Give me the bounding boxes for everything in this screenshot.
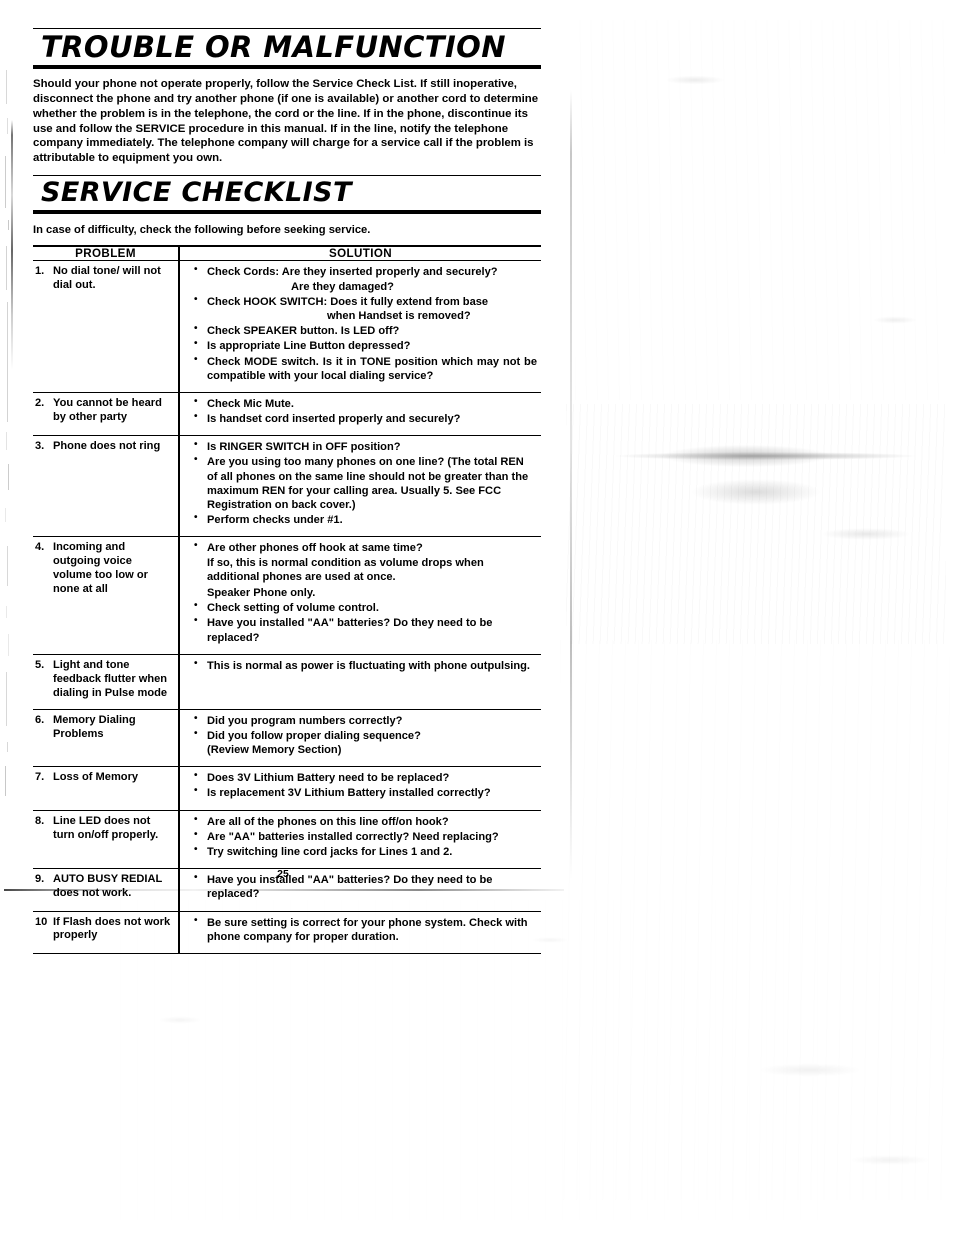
solution-cell: Be sure setting is correct for your phon… — [178, 911, 541, 954]
problem-cell: 10 If Flash does not work properly — [33, 911, 179, 954]
problem-text: Loss of Memory — [53, 771, 139, 784]
column-header-problem: PROBLEM — [33, 245, 179, 262]
solution-item: Perform checks under #1. — [194, 512, 537, 527]
scan-noise-artifact — [566, 404, 946, 644]
solution-item: Try switching line cord jacks for Lines … — [194, 844, 537, 859]
solution-item: Does 3V Lithium Battery need to be repla… — [194, 770, 537, 785]
page-number: 25 — [277, 868, 289, 880]
problem-text: You cannot be heard by other party — [53, 396, 162, 423]
table-row: 10 If Flash does not work properly Be su… — [33, 911, 541, 954]
solution-cell: Did you program numbers correctly? Did y… — [178, 709, 541, 768]
solution-item: This is normal as power is fluctuating w… — [194, 658, 537, 673]
problem-text: No dial tone/ will not dial out. — [53, 265, 161, 292]
table-row: 2. You cannot be heard by other party Ch… — [33, 392, 541, 437]
problem-number: 7. — [35, 771, 45, 784]
problem-cell: 1. No dial tone/ will not dial out. — [33, 260, 179, 393]
table-header-row: PROBLEM SOLUTION — [33, 245, 541, 262]
problem-cell: 8. Line LED does not turn on/off properl… — [33, 810, 179, 870]
solution-cell: Is RINGER SWITCH in OFF position? Are yo… — [178, 435, 541, 538]
solution-subheading: Speaker Phone only. — [207, 586, 316, 599]
solution-item: Check HOOK SWITCH: Does it fully extend … — [194, 294, 537, 323]
problem-text: Incoming and outgoing voice volume too l… — [53, 541, 148, 596]
table-body: 1. No dial tone/ will not dial out. Chec — [33, 260, 541, 954]
problem-number: 2. — [35, 396, 45, 409]
problem-number: 10 — [35, 915, 48, 928]
problem-cell: 7. Loss of Memory — [33, 766, 179, 811]
page-title-checklist: SERVICE CHECKLIST — [41, 176, 352, 208]
solution-item: Did you follow proper dialing sequence? … — [194, 728, 537, 757]
checklist-rule-top — [33, 174, 541, 176]
solution-cell: Are other phones off hook at same time? … — [178, 536, 541, 655]
problem-cell: 4. Incoming and outgoing voice volume to… — [33, 536, 179, 655]
table-row: 4. Incoming and outgoing voice volume to… — [33, 536, 541, 655]
solution-item: Is replacement 3V Lithium Battery instal… — [194, 785, 537, 800]
table-row: 8. Line LED does not turn on/off properl… — [33, 810, 541, 870]
problem-number: 6. — [35, 713, 45, 726]
service-checklist-table: PROBLEM SOLUTION 1. No dial tone/ will n… — [33, 245, 541, 954]
solution-item: Have you installed "AA" batteries? Do th… — [194, 615, 537, 644]
page-content: TROUBLE OR MALFUNCTION Should your phone… — [33, 28, 541, 954]
title-rule-bottom — [33, 65, 541, 70]
checklist-intro-text: In case of difficulty, check the followi… — [33, 223, 371, 236]
problem-number: 8. — [35, 814, 45, 827]
problem-text: If Flash does not work properly — [53, 915, 171, 942]
solution-cell: Check Mic Mute. Is handset cord inserted… — [178, 392, 541, 437]
solution-item: Is appropriate Line Button depressed? — [194, 338, 537, 353]
scan-noise-artifact-bottom — [560, 640, 950, 1200]
solution-cell: Check Cords: Are they inserted properly … — [178, 260, 541, 393]
problem-cell: 2. You cannot be heard by other party — [33, 392, 179, 437]
table-row: 7. Loss of Memory Does 3V Lithium Batter… — [33, 766, 541, 811]
solution-item: Are all of the phones on this line off/o… — [194, 814, 537, 829]
solution-item: Is handset cord inserted properly and se… — [194, 411, 537, 426]
trouble-body-paragraph: Should your phone not operate properly, … — [33, 78, 539, 165]
solution-item: Is RINGER SWITCH in OFF position? — [194, 439, 537, 454]
problem-number: 1. — [35, 265, 45, 278]
problem-text: Line LED does not turn on/off properly. — [53, 814, 159, 841]
solution-item: Are you using too many phones on one lin… — [194, 454, 537, 512]
solution-item: Did you program numbers correctly? — [194, 713, 537, 728]
table-row: 5. Light and tone feedback flutter when … — [33, 654, 541, 710]
page-title-trouble: TROUBLE OR MALFUNCTION — [41, 30, 506, 64]
scan-margin-marks — [0, 60, 26, 800]
solution-cell: This is normal as power is fluctuating w… — [178, 654, 541, 710]
problem-number: 3. — [35, 440, 45, 453]
problem-cell: 5. Light and tone feedback flutter when … — [33, 654, 179, 710]
table-row: 6. Memory Dialing Problems Did you progr… — [33, 709, 541, 768]
solution-item: Check Mic Mute. — [194, 396, 537, 411]
column-header-solution: SOLUTION — [178, 245, 541, 262]
title-rule-top — [33, 28, 541, 29]
solution-item: Are other phones off hook at same time? … — [194, 540, 537, 584]
solution-cell: Are all of the phones on this line off/o… — [178, 810, 541, 870]
problem-cell: 6. Memory Dialing Problems — [33, 709, 179, 768]
problem-text: Memory Dialing Problems — [53, 713, 136, 740]
solution-item: Check setting of volume control. — [194, 600, 537, 615]
solution-item: Be sure setting is correct for your phon… — [194, 915, 537, 944]
checklist-rule-bottom — [33, 209, 541, 214]
solution-item: Are "AA" batteries installed correctly? … — [194, 829, 537, 844]
table-row: 3. Phone does not ring Is RINGER SWITCH … — [33, 435, 541, 538]
scan-streak-artifact — [570, 90, 572, 880]
table-row: 1. No dial tone/ will not dial out. Chec — [33, 260, 541, 393]
problem-number: 5. — [35, 658, 45, 671]
problem-text: Phone does not ring — [53, 440, 161, 453]
solution-item: Check Cords: Are they inserted properly … — [194, 264, 537, 293]
solution-cell: Does 3V Lithium Battery need to be repla… — [178, 766, 541, 811]
solution-item: Check MODE switch. Is it in TONE positio… — [194, 354, 537, 383]
problem-text: Light and tone feedback flutter when dia… — [53, 658, 168, 699]
problem-cell: 3. Phone does not ring — [33, 435, 179, 538]
solution-item: Check SPEAKER button. Is LED off? — [194, 323, 537, 338]
scan-noise-artifact-top — [575, 20, 945, 400]
problem-number: 4. — [35, 541, 45, 554]
scanned-page: TROUBLE OR MALFUNCTION Should your phone… — [0, 0, 954, 1240]
